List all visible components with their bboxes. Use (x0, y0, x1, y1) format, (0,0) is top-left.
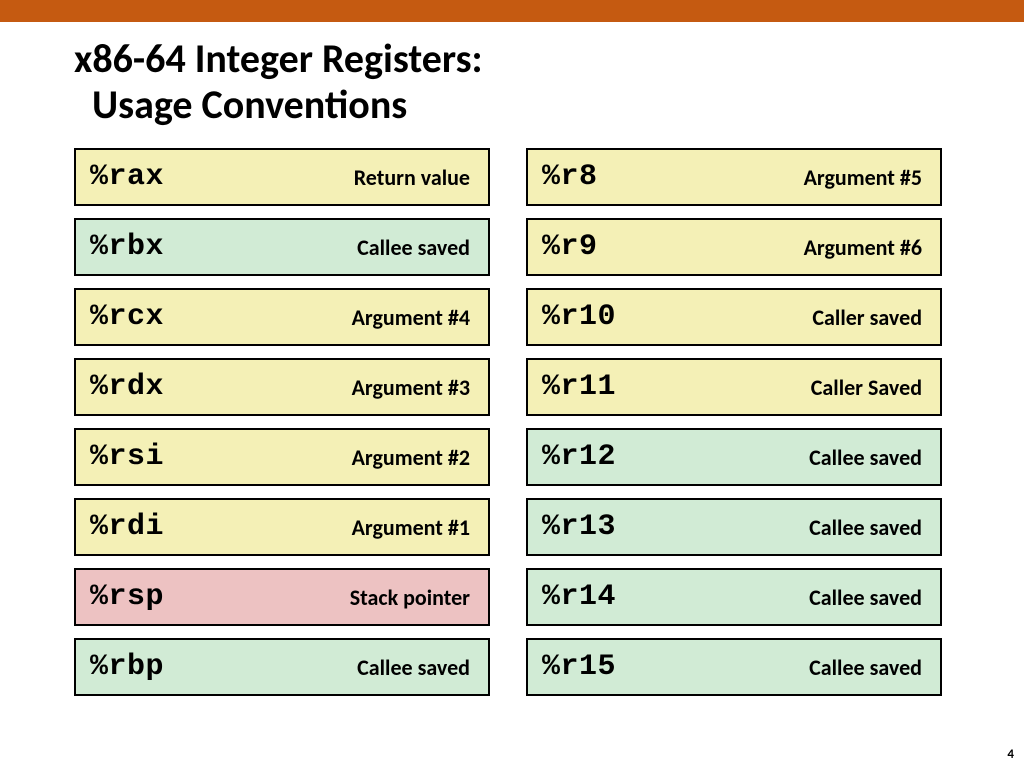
register-description: Callee saved (357, 234, 470, 261)
register-name: %r13 (542, 510, 616, 544)
register-box: %r10 Caller saved (526, 288, 942, 346)
register-name: %r9 (542, 230, 598, 264)
register-name: %rcx (90, 300, 164, 334)
register-box: %rdi Argument #1 (74, 498, 490, 556)
register-columns: %rax Return value %rbx Callee saved %rcx Argu… (0, 148, 1024, 696)
register-description: Argument #1 (352, 514, 470, 541)
register-name: %rbx (90, 230, 164, 264)
accent-bar (0, 0, 1024, 22)
register-name: %r10 (542, 300, 616, 334)
register-column-right: %r8 Argument #5 %r9 Argument #6 %r10 Caller s… (526, 148, 942, 696)
register-box: %r15 Callee saved (526, 638, 942, 696)
register-name: %r12 (542, 440, 616, 474)
register-description: Callee saved (809, 584, 922, 611)
title-line-1: x86-64 Integer Registers: (74, 36, 1024, 82)
page-number: 4 (1007, 747, 1014, 762)
register-name: %rbp (90, 650, 164, 684)
register-description: Argument #3 (352, 374, 470, 401)
register-description: Argument #2 (352, 444, 470, 471)
slide-title: x86-64 Integer Registers: Usage Conventi… (0, 22, 1024, 138)
register-name: %rsp (90, 580, 164, 614)
register-name: %rdi (90, 510, 164, 544)
register-box: %rcx Argument #4 (74, 288, 490, 346)
register-name: %r15 (542, 650, 616, 684)
register-name: %rax (90, 160, 164, 194)
register-box: %rbx Callee saved (74, 218, 490, 276)
register-box: %rsi Argument #2 (74, 428, 490, 486)
register-column-left: %rax Return value %rbx Callee saved %rcx Argu… (74, 148, 490, 696)
register-box: %rsp Stack pointer (74, 568, 490, 626)
register-description: Callee saved (809, 514, 922, 541)
register-description: Stack pointer (350, 584, 470, 611)
register-box: %r8 Argument #5 (526, 148, 942, 206)
register-name: %rdx (90, 370, 164, 404)
register-box: %r11 Caller Saved (526, 358, 942, 416)
register-box: %rbp Callee saved (74, 638, 490, 696)
register-name: %rsi (90, 440, 164, 474)
register-name: %r8 (542, 160, 598, 194)
title-line-2: Usage Conventions (74, 82, 1024, 128)
register-box: %rax Return value (74, 148, 490, 206)
register-box: %r13 Callee saved (526, 498, 942, 556)
register-box: %r12 Callee saved (526, 428, 942, 486)
register-description: Caller saved (812, 304, 922, 331)
register-box: %r14 Callee saved (526, 568, 942, 626)
register-description: Callee saved (357, 654, 470, 681)
register-description: Argument #6 (804, 234, 922, 261)
register-description: Argument #4 (352, 304, 470, 331)
register-box: %rdx Argument #3 (74, 358, 490, 416)
register-name: %r11 (542, 370, 616, 404)
register-description: Callee saved (809, 654, 922, 681)
register-description: Argument #5 (804, 164, 922, 191)
register-description: Caller Saved (811, 374, 922, 401)
register-box: %r9 Argument #6 (526, 218, 942, 276)
register-name: %r14 (542, 580, 616, 614)
register-description: Callee saved (809, 444, 922, 471)
register-description: Return value (354, 164, 470, 191)
